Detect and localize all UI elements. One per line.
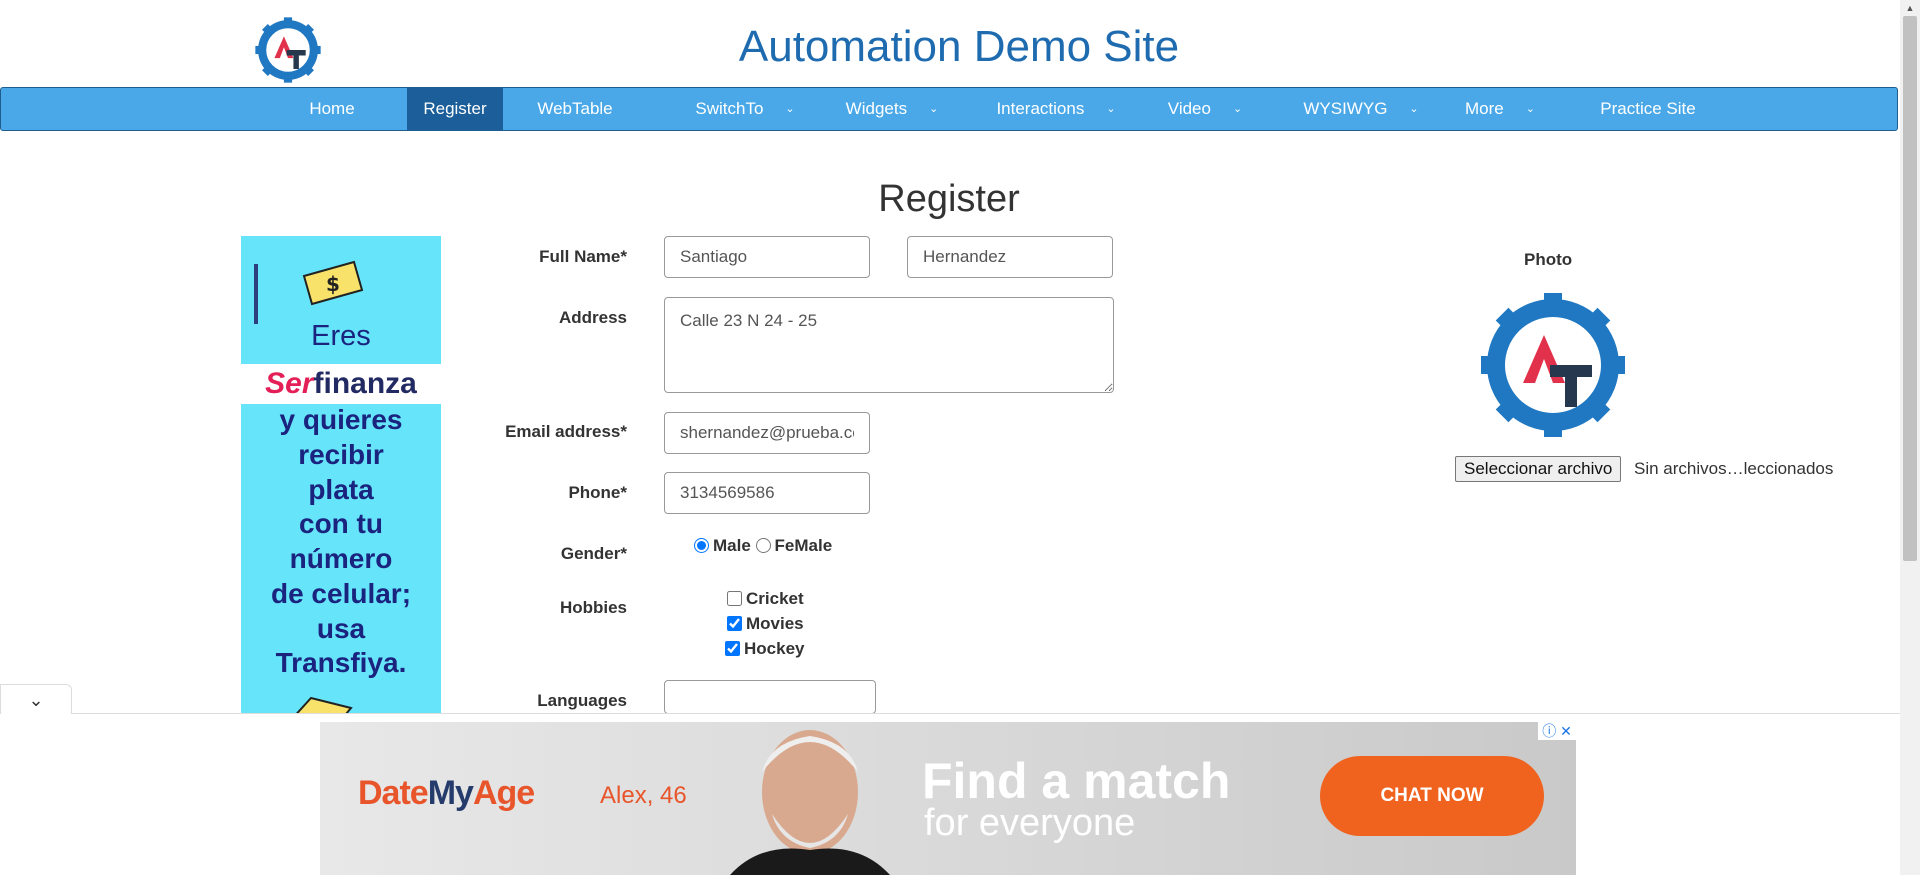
bottom-advertisement[interactable]: DateMyAge Alex, 46 Find a match for ever… (320, 722, 1576, 875)
ad-person-image (730, 730, 890, 875)
gender-female-option[interactable]: FeMale (755, 536, 833, 555)
ad-divider (0, 713, 1900, 714)
main-navbar: Home Register WebTable SwitchTo ⌄ Widgets ⌄ Int… (0, 87, 1898, 131)
nav-item-label: Practice Site (1600, 99, 1696, 118)
email-input[interactable] (664, 412, 870, 454)
nav-item-switchto[interactable]: SwitchTo ⌄ (685, 88, 805, 130)
page-scrollbar[interactable]: ▲ (1900, 0, 1920, 875)
scrollbar-thumb[interactable] (1903, 16, 1917, 561)
site-title: Automation Demo Site (738, 22, 1180, 71)
ad-brand-datemyage: DateMyAge (358, 774, 535, 812)
nav-item-interactions[interactable]: Interactions ⌄ (987, 88, 1125, 130)
nav-item-label: Interactions (996, 99, 1085, 118)
phone-label: Phone* (568, 483, 627, 502)
nav-item-label: Video (1167, 99, 1211, 118)
last-name-input[interactable] (907, 236, 1113, 278)
nav-item-practice-site[interactable]: Practice Site (1583, 88, 1713, 130)
nav-item-widgets[interactable]: Widgets ⌄ (837, 88, 947, 130)
nav-item-label: Home (309, 99, 355, 118)
ad-person-name: Alex, 46 (600, 782, 687, 809)
gender-female-label: FeMale (774, 536, 833, 555)
nav-item-label: Widgets (845, 99, 908, 118)
hobby-movies[interactable]: Movies (727, 614, 804, 634)
file-status-text: Sin archivos…leccionados (1634, 459, 1834, 478)
first-name-input[interactable] (664, 236, 870, 278)
collapse-ad-chevron-icon[interactable]: ⌄ (0, 684, 72, 714)
ad-bill-bottom-icon (295, 696, 353, 714)
svg-text:$: $ (326, 272, 340, 296)
gender-female-radio[interactable] (755, 538, 771, 553)
gender-male-label: Male (713, 536, 751, 555)
nav-item-home[interactable]: Home (289, 88, 375, 130)
ad-text-line: de celular; (270, 578, 412, 609)
chevron-down-icon: ⌄ (1525, 103, 1535, 115)
nav-item-label: More (1465, 99, 1504, 118)
ad-subline: for everyone (924, 802, 1136, 844)
ad-text-line: usa (316, 613, 366, 644)
photo-label: Photo (1524, 250, 1573, 269)
side-advertisement[interactable]: $ Eres Serfinanza y quieres recibir plat… (241, 236, 441, 714)
page-title: Register (878, 178, 1020, 220)
hobby-cricket-checkbox[interactable] (727, 591, 742, 606)
hobby-movies-checkbox[interactable] (727, 616, 742, 631)
chevron-down-icon: ⌄ (929, 103, 939, 115)
choose-file-button[interactable]: Seleccionar archivo (1455, 456, 1622, 482)
ad-text-line: y quieres (279, 404, 403, 435)
gender-male-option[interactable]: Male (694, 536, 751, 555)
ad-text-line: con tu (299, 508, 383, 539)
nav-item-register[interactable]: Register (407, 88, 503, 130)
nav-item-label: SwitchTo (695, 99, 764, 118)
full-name-label: Full Name* (539, 247, 627, 266)
chevron-down-icon: ⌄ (785, 103, 795, 115)
chevron-down-icon: ⌄ (1232, 103, 1243, 115)
gender-male-radio[interactable] (694, 538, 709, 553)
hobby-cricket[interactable]: Cricket (727, 589, 804, 609)
nav-item-label: Register (423, 99, 487, 118)
address-label: Address (558, 308, 627, 327)
ad-text-eres: Eres (311, 320, 371, 352)
nav-item-label: WebTable (537, 99, 613, 118)
gender-label: Gender* (560, 544, 627, 563)
ad-brand-serfinanza: Serfinanza (241, 364, 441, 404)
ad-info-close-icon[interactable]: ⓘ ✕ (1538, 722, 1576, 740)
email-label: Email address* (505, 422, 627, 441)
nav-item-webtable[interactable]: WebTable (529, 88, 621, 130)
photo-preview-logo-icon (1481, 293, 1625, 437)
ad-decoration (254, 264, 258, 324)
nav-item-label: WYSIWYG (1303, 99, 1388, 118)
hobby-cricket-label: Cricket (746, 589, 804, 608)
ad-text-line: recibir (298, 439, 384, 470)
hobbies-label: Hobbies (559, 598, 627, 617)
languages-multiselect[interactable] (664, 680, 876, 714)
phone-input[interactable] (664, 472, 870, 514)
ad-chat-now-button[interactable]: CHAT NOW (1320, 756, 1544, 836)
scroll-up-arrow-icon[interactable]: ▲ (1900, 0, 1920, 16)
hobby-hockey-checkbox[interactable] (725, 641, 740, 656)
money-bill-icon: $ (302, 260, 364, 306)
hobby-hockey-label: Hockey (744, 639, 805, 658)
gender-radio-group: Male FeMale (694, 536, 832, 556)
languages-label: Languages (537, 691, 627, 710)
address-textarea[interactable] (664, 297, 1114, 393)
nav-item-video[interactable]: Video ⌄ (1159, 88, 1251, 130)
hobby-movies-label: Movies (746, 614, 804, 633)
ad-text-line: plata (308, 474, 374, 505)
ad-text-line: número (289, 543, 393, 574)
nav-item-more[interactable]: More ⌄ (1453, 88, 1547, 130)
hobby-hockey[interactable]: Hockey (725, 639, 804, 659)
chevron-down-icon: ⌄ (1106, 103, 1116, 115)
chevron-down-icon: ⌄ (1409, 103, 1419, 115)
ad-text-line: Transfiya. (275, 647, 407, 678)
nav-item-wysiwyg[interactable]: WYSIWYG ⌄ (1291, 88, 1431, 130)
